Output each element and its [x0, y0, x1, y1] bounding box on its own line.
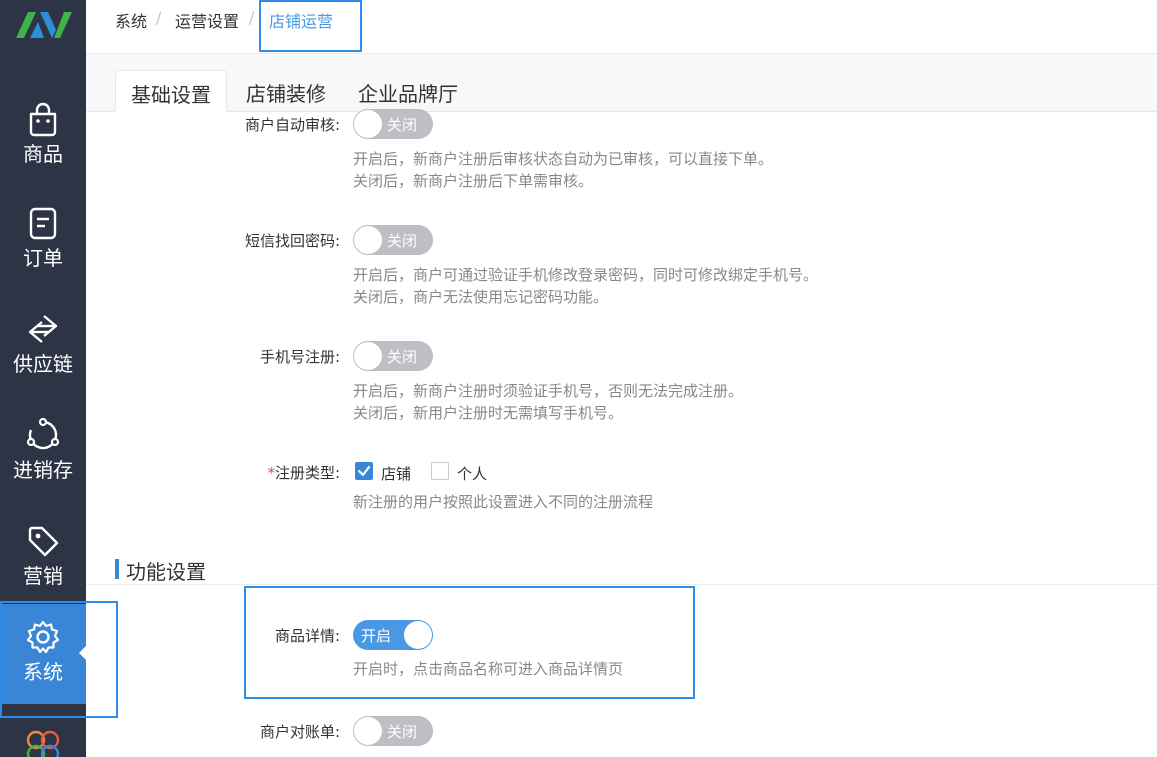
auto-audit-label: 商户自动审核:: [244, 116, 340, 134]
phone-register-switch[interactable]: 关闭: [353, 341, 433, 371]
order-icon: [29, 207, 57, 240]
switch-knob: [354, 342, 382, 370]
register-type-store-checkbox[interactable]: [355, 462, 373, 480]
tab-basic-settings[interactable]: 基础设置: [115, 70, 227, 112]
nav-item-goods[interactable]: 商品: [0, 86, 86, 186]
tab-bar: 基础设置 店铺装修 企业品牌厅: [86, 54, 1157, 112]
sms-password-desc-off: 关闭后，商户无法使用忘记密码功能。: [353, 288, 609, 306]
tab-store-decoration[interactable]: 店铺装修: [236, 70, 336, 112]
sms-password-label: 短信找回密码:: [244, 232, 340, 250]
auto-audit-desc-on: 开启后，新商户注册后审核状态自动为已审核，可以直接下单。: [353, 150, 774, 168]
auto-audit-desc-off: 关闭后，新商户注册后下单需审核。: [353, 172, 594, 190]
nav-item-inventory[interactable]: 进销存: [0, 402, 86, 502]
nav-label-system: 系统: [23, 660, 63, 684]
gear-icon: [26, 620, 60, 654]
switch-text: 关闭: [387, 116, 418, 134]
sms-password-desc-on: 开启后，商户可通过验证手机修改登录密码，同时可修改绑定手机号。: [353, 266, 819, 284]
logo-icon[interactable]: [14, 8, 72, 40]
breadcrumb: 系统 / 运营设置 / 店铺运营: [86, 0, 1157, 54]
breadcrumb-item-system[interactable]: 系统: [115, 8, 147, 32]
switch-knob: [354, 226, 382, 254]
nav-label-goods: 商品: [23, 142, 63, 166]
nav-label-inventory: 进销存: [13, 458, 73, 482]
merchant-statement-label: 商户对账单:: [259, 723, 340, 741]
nav-label-marketing: 营销: [23, 564, 63, 588]
register-type-label: *注册类型:: [140, 462, 340, 483]
sidebar: 商品 订单 供应链 进销存 营销 系统: [0, 0, 86, 757]
inventory-icon: [26, 417, 60, 450]
nav-item-orders[interactable]: 订单: [0, 190, 86, 290]
register-type-personal-label[interactable]: 个人: [457, 463, 487, 484]
register-type-desc: 新注册的用户按照此设置进入不同的注册流程: [353, 493, 654, 511]
breadcrumb-item-operation-settings[interactable]: 运营设置: [175, 8, 239, 32]
switch-knob: [354, 717, 382, 745]
switch-knob: [354, 110, 382, 138]
switch-text: 关闭: [387, 348, 418, 366]
breadcrumb-item-store-operation: 店铺运营: [269, 12, 334, 31]
nav-item-marketing[interactable]: 营销: [0, 508, 86, 608]
product-detail-desc: 开启时，点击商品名称可进入商品详情页: [353, 660, 624, 678]
phone-register-desc-on: 开启后，新商户注册时须验证手机号，否则无法完成注册。: [353, 382, 744, 400]
phone-register-desc-off: 关闭后，新用户注册时无需填写手机号。: [353, 404, 624, 422]
register-type-store-label[interactable]: 店铺: [381, 463, 411, 484]
nav-label-supply-chain: 供应链: [13, 352, 73, 376]
section-title-function-settings: 功能设置: [126, 560, 206, 584]
switch-text: 关闭: [387, 723, 418, 741]
supply-chain-icon: [28, 315, 58, 343]
apps-icon[interactable]: [24, 728, 62, 757]
tab-enterprise-brand-hall[interactable]: 企业品牌厅: [348, 70, 468, 112]
nav-item-supply-chain[interactable]: 供应链: [0, 296, 86, 396]
switch-knob: [404, 621, 432, 649]
merchant-statement-switch[interactable]: 关闭: [353, 716, 433, 746]
switch-text: 关闭: [387, 232, 418, 250]
breadcrumb-separator: /: [156, 8, 162, 27]
shopping-bag-icon: [29, 102, 57, 137]
phone-register-label: 手机号注册:: [259, 348, 340, 366]
register-type-personal-checkbox[interactable]: [431, 462, 449, 480]
register-type-label-text: 注册类型:: [274, 464, 340, 482]
section-divider: [86, 584, 1157, 585]
breadcrumb-separator: /: [249, 8, 255, 27]
nav-item-system[interactable]: 系统: [0, 604, 86, 704]
auto-audit-switch[interactable]: 关闭: [353, 109, 433, 139]
section-accent-bar: [115, 559, 119, 579]
product-detail-label: 商品详情:: [274, 627, 340, 645]
product-detail-switch[interactable]: 开启: [353, 620, 433, 650]
check-icon: [357, 465, 371, 477]
required-mark: *: [267, 464, 275, 482]
sms-password-switch[interactable]: 关闭: [353, 225, 433, 255]
tag-icon: [28, 526, 59, 557]
nav-label-orders: 订单: [23, 246, 63, 270]
switch-text: 开启: [361, 627, 392, 645]
